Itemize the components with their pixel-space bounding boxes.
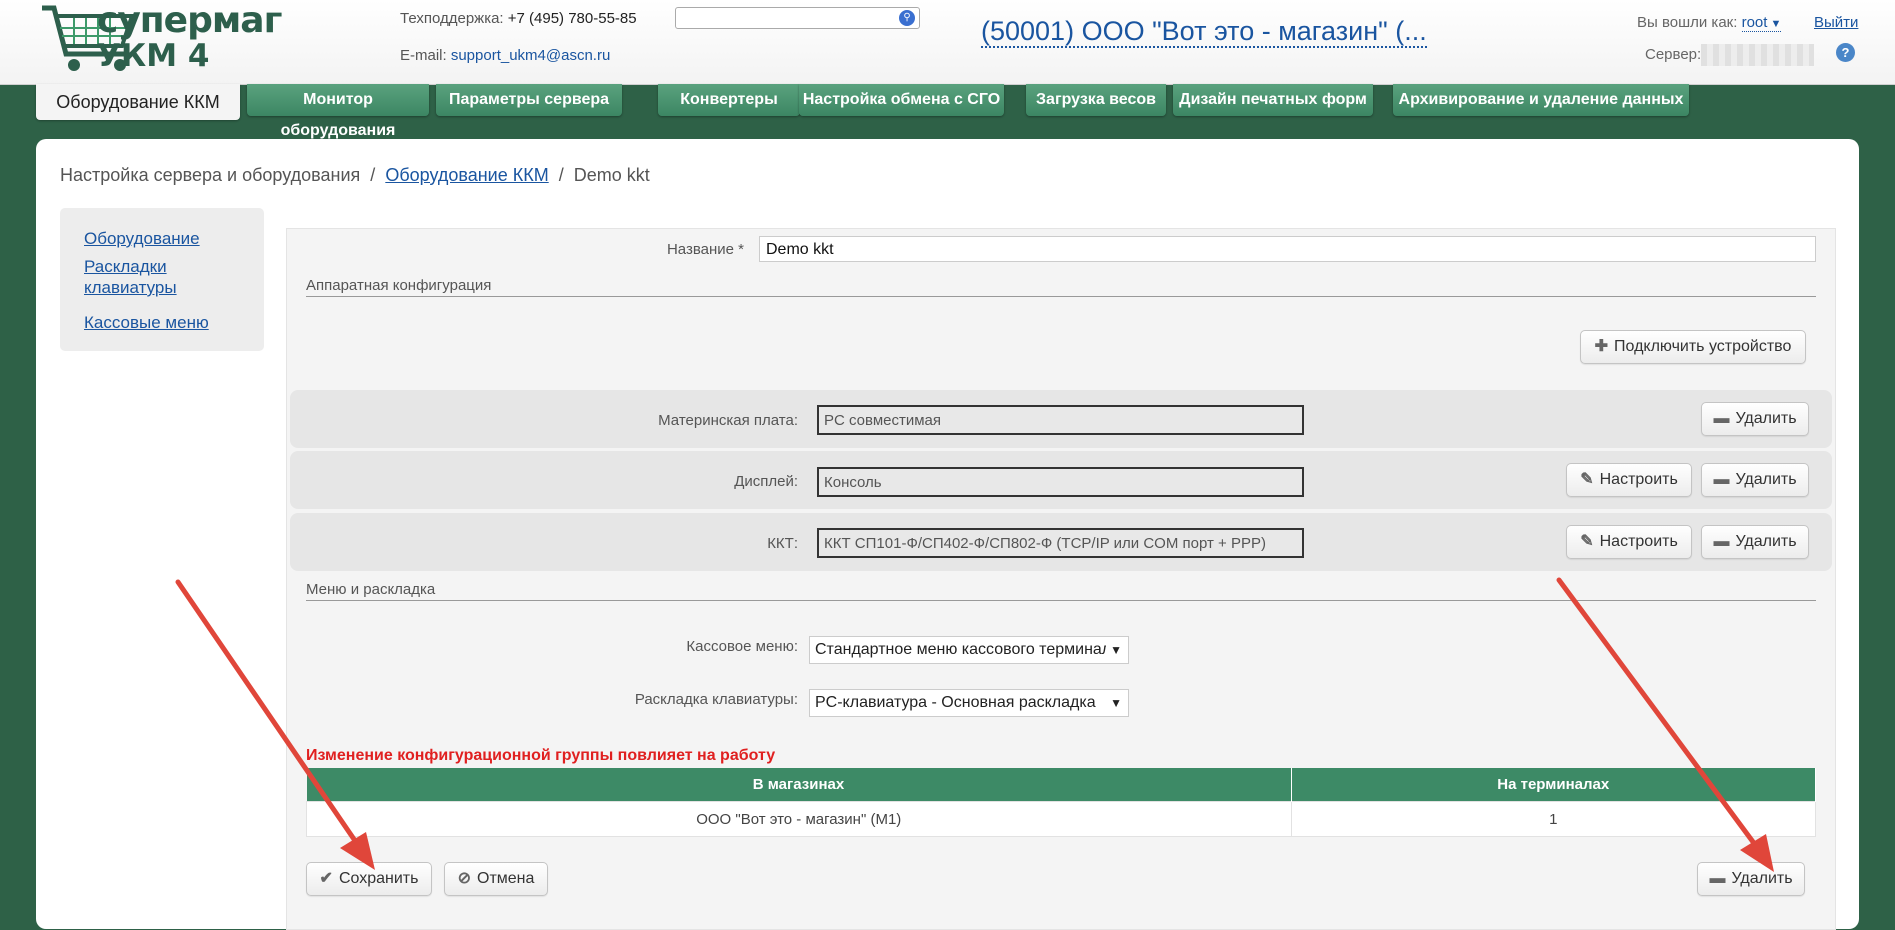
delete-label: Удалить (1735, 410, 1797, 427)
support-info: Техподдержка: +7 (495) 780-55-85 (400, 10, 637, 27)
minus-icon: ▬ (1713, 533, 1730, 550)
search-input[interactable]: ⚲ (675, 7, 920, 29)
tab-equipment-monitor[interactable]: Монитор оборудования (247, 84, 429, 139)
logo-subtitle: УКМ 4 (97, 38, 210, 74)
connect-device-button[interactable]: ✚ Подключить устройство (1580, 330, 1806, 364)
display-field: Консоль (817, 467, 1304, 497)
sidenav-equipment[interactable]: Оборудование (84, 228, 200, 249)
cash-menu-select[interactable]: Стандартное меню кассового терминала ▼ (809, 636, 1129, 664)
save-label: Сохранить (338, 870, 419, 887)
breadcrumb-separator: / (558, 165, 564, 185)
hw-config-heading: Аппаратная конфигурация (306, 277, 1816, 297)
table-row: ООО "Вот это - магазин" (M1) 1 (306, 801, 1816, 837)
checkmark-icon: ✔ (319, 870, 333, 887)
connect-device-label: Подключить устройство (1614, 338, 1792, 355)
motherboard-label: Материнская плата: (658, 412, 798, 429)
tab-converters[interactable]: Конвертеры (658, 84, 800, 116)
delete-label: Удалить (1735, 471, 1797, 488)
configure-label: Настроить (1599, 471, 1678, 488)
caret-down-icon[interactable]: ▼ (1767, 18, 1781, 30)
cancel-icon: ⊘ (457, 870, 471, 887)
plus-icon: ✚ (1594, 338, 1609, 355)
display-label: Дисплей: (734, 473, 798, 490)
top-header: супермаг УКМ 4 Техподдержка: +7 (495) 78… (0, 0, 1895, 85)
cash-menu-label: Кассовое меню: (686, 638, 798, 655)
side-nav: Оборудование Раскладки клавиатуры Кассов… (60, 208, 264, 351)
tab-archiving[interactable]: Архивирование и удаление данных (1393, 84, 1689, 116)
user-menu[interactable]: root ▼ (1741, 14, 1782, 32)
column-header-terminals: На терминалах (1291, 768, 1816, 802)
cancel-label: Отмена (477, 870, 535, 887)
sidenav-cash-menus[interactable]: Кассовые меню (84, 312, 209, 333)
delete-label: Удалить (1735, 533, 1797, 550)
dropdown-arrow-icon: ▼ (1106, 637, 1122, 663)
tab-server-params[interactable]: Параметры сервера (436, 84, 622, 116)
motherboard-field: PC совместимая (817, 405, 1304, 435)
tab-sgo-exchange[interactable]: Настройка обмена с СГО (799, 84, 1004, 116)
help-icon[interactable]: ? (1836, 43, 1855, 62)
kkt-label: ККТ: (767, 535, 798, 552)
config-change-warning: Изменение конфигурационной группы повлия… (306, 747, 776, 764)
tab-scales-load[interactable]: Загрузка весов (1026, 84, 1166, 116)
username[interactable]: root (1742, 14, 1768, 31)
server-info: Сервер: (1645, 44, 1815, 66)
table-cell-terminals: 1 (1290, 801, 1816, 837)
delete-group-label: Удалить (1731, 870, 1793, 887)
support-email-link[interactable]: support_ukm4@ascn.ru (451, 47, 610, 64)
breadcrumb-link-kkm[interactable]: Оборудование ККМ (385, 165, 548, 185)
stores-terminals-table: В магазинах На терминалах ООО "Вот это -… (306, 768, 1816, 837)
pencil-icon: ✎ (1580, 471, 1594, 488)
tab-kkm-equipment[interactable]: Оборудование ККМ (36, 84, 240, 120)
configure-display-button[interactable]: ✎ Настроить (1566, 463, 1692, 497)
keyboard-layout-label: Раскладка клавиатуры: (634, 691, 798, 708)
tab-print-forms[interactable]: Дизайн печатных форм (1173, 84, 1373, 116)
cash-menu-value: Стандартное меню кассового терминала (815, 641, 1121, 658)
table-header-row: В магазинах На терминалах (306, 768, 1816, 802)
sidenav-keyboard-layouts[interactable]: Раскладки клавиатуры (84, 256, 214, 298)
server-label: Сервер: (1645, 45, 1702, 63)
breadcrumb: Настройка сервера и оборудования / Обору… (60, 165, 650, 186)
logged-in-label: Вы вошли как: (1637, 14, 1738, 31)
keyboard-layout-value: PC-клавиатура - Основная раскладка (815, 694, 1096, 711)
menu-layout-heading: Меню и раскладка (306, 581, 1816, 601)
email-label: E-mail: (400, 47, 447, 64)
store-selector[interactable]: (50001) ООО "Вот это - магазин" (... (981, 16, 1427, 48)
save-button[interactable]: ✔ Сохранить (306, 862, 432, 896)
table-cell-store: ООО "Вот это - магазин" (M1) (306, 801, 1292, 837)
support-label: Техподдержка: (400, 10, 504, 27)
breadcrumb-current: Demo kkt (573, 165, 650, 185)
cancel-button[interactable]: ⊘ Отмена (444, 862, 548, 896)
column-header-stores: В магазинах (306, 768, 1292, 802)
configure-label: Настроить (1599, 533, 1678, 550)
name-input[interactable]: Demo kkt (759, 236, 1816, 262)
search-icon[interactable]: ⚲ (899, 10, 915, 26)
logo-title: супермаг (97, 0, 282, 41)
minus-icon: ▬ (1713, 410, 1730, 427)
server-name-blurred (1701, 44, 1815, 66)
delete-kkt-button[interactable]: ▬ Удалить (1701, 525, 1809, 559)
user-info: Вы вошли как: root ▼ (1637, 14, 1782, 32)
email-info: E-mail: support_ukm4@ascn.ru (400, 47, 610, 64)
breadcrumb-separator: / (370, 165, 376, 185)
kkt-field: ККТ СП101-Ф/СП402-Ф/СП802-Ф (TCP/IP или … (817, 528, 1304, 558)
logout-link[interactable]: Выйти (1814, 14, 1858, 31)
keyboard-layout-select[interactable]: PC-клавиатура - Основная раскладка ▼ (809, 689, 1129, 717)
support-phone: +7 (495) 780-55-85 (507, 10, 637, 27)
dropdown-arrow-icon: ▼ (1106, 690, 1122, 716)
pencil-icon: ✎ (1580, 533, 1594, 550)
configure-kkt-button[interactable]: ✎ Настроить (1566, 525, 1692, 559)
delete-group-button[interactable]: ▬ Удалить (1697, 862, 1805, 896)
minus-icon: ▬ (1713, 471, 1730, 488)
name-label: Название * (666, 241, 744, 258)
delete-motherboard-button[interactable]: ▬ Удалить (1701, 402, 1809, 436)
minus-icon: ▬ (1709, 870, 1726, 887)
delete-display-button[interactable]: ▬ Удалить (1701, 463, 1809, 497)
breadcrumb-root: Настройка сервера и оборудования (60, 165, 361, 185)
